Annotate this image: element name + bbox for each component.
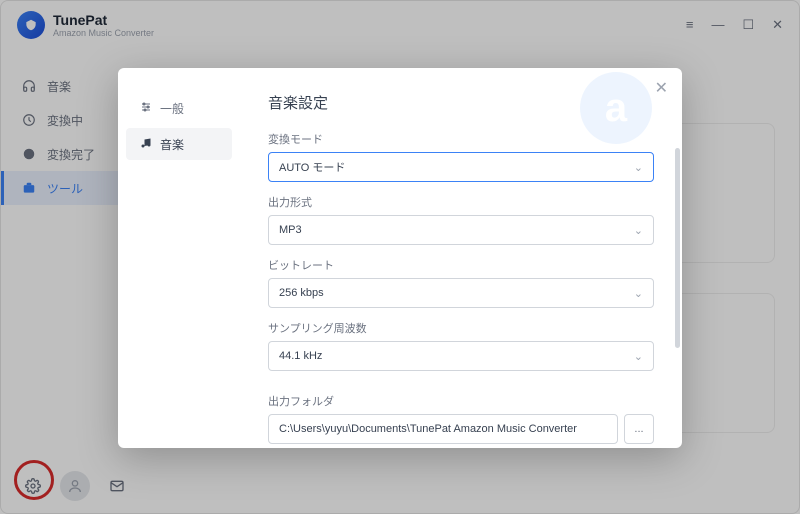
select-mode[interactable]: AUTO モード ⌄ [268,152,654,182]
field-output: 出力フォルダ C:\Users\yuyu\Documents\TunePat A… [268,393,654,444]
tab-label: 一般 [160,100,184,117]
select-value: AUTO モード [279,159,345,175]
field-samplerate: サンプリング周波数 44.1 kHz ⌄ [268,320,654,371]
select-value: C:\Users\yuyu\Documents\TunePat Amazon M… [279,423,577,435]
tab-label: 音楽 [160,136,184,153]
modal-overlay: ✕ 一般 音楽 a 音楽設定 変換モード AUTO モード ⌄ 出力 [0,0,800,514]
modal-sidebar: 一般 音楽 [118,68,240,448]
chevron-down-icon: ⌄ [634,161,643,174]
select-value: 256 kbps [279,287,324,299]
modal-title: 音楽設定 [268,92,654,113]
field-bitrate: ビットレート 256 kbps ⌄ [268,257,654,308]
select-value: 44.1 kHz [279,350,322,362]
browse-button[interactable]: ... [624,414,654,444]
select-bitrate[interactable]: 256 kbps ⌄ [268,278,654,308]
sliders-icon [140,101,152,116]
field-label: 出力形式 [268,194,654,210]
field-label: ビットレート [268,257,654,273]
music-note-icon [140,137,152,152]
tab-music[interactable]: 音楽 [126,128,232,160]
field-mode: 変換モード AUTO モード ⌄ [268,131,654,182]
modal-main: a 音楽設定 変換モード AUTO モード ⌄ 出力形式 MP3 ⌄ ビットレー… [240,68,682,448]
field-label: サンプリング周波数 [268,320,654,336]
select-value: MP3 [279,224,302,236]
tab-general[interactable]: 一般 [126,92,232,124]
settings-modal: ✕ 一般 音楽 a 音楽設定 変換モード AUTO モード ⌄ 出力 [118,68,682,448]
scrollbar[interactable] [675,148,680,348]
chevron-down-icon: ⌄ [634,350,643,363]
field-label: 出力フォルダ [268,393,654,409]
field-label: 変換モード [268,131,654,147]
select-samplerate[interactable]: 44.1 kHz ⌄ [268,341,654,371]
field-format: 出力形式 MP3 ⌄ [268,194,654,245]
chevron-down-icon: ⌄ [634,287,643,300]
select-format[interactable]: MP3 ⌄ [268,215,654,245]
output-path-input[interactable]: C:\Users\yuyu\Documents\TunePat Amazon M… [268,414,618,444]
chevron-down-icon: ⌄ [634,224,643,237]
